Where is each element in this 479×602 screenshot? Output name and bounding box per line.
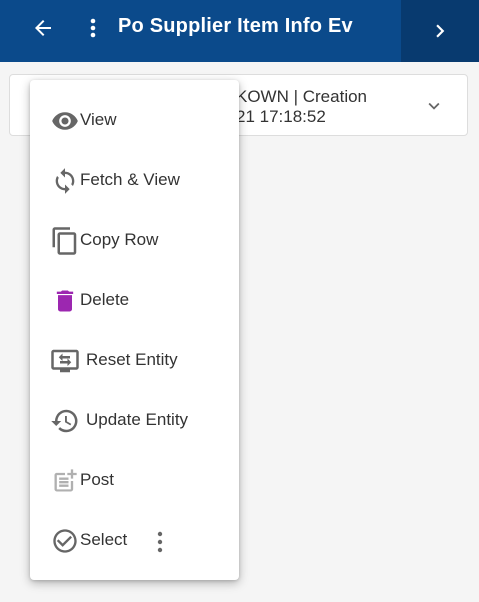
menu-item-label: Post: [80, 470, 115, 489]
chevron-down-icon: [428, 102, 440, 110]
context-menu: View Fetch & View Copy Row Delete Reset …: [30, 80, 239, 580]
trash-icon: [50, 286, 80, 316]
expand-button[interactable]: [423, 95, 445, 117]
menu-item-label: Delete: [80, 290, 130, 309]
record-summary-line-1: KOWN | Creation: [236, 87, 368, 106]
history-icon: [50, 406, 80, 436]
copy-icon: [50, 226, 80, 256]
more-vertical-icon: [90, 18, 96, 38]
back-button[interactable]: [28, 13, 58, 43]
arrow-left-icon: [35, 20, 51, 36]
next-record-button[interactable]: [401, 0, 479, 62]
menu-item-post[interactable]: Post: [30, 453, 239, 509]
more-options-button[interactable]: [80, 13, 106, 43]
record-summary-line-2: 21 17:18:52: [236, 107, 326, 126]
menu-item-label: Copy Row: [80, 230, 159, 249]
app-bar: Po Supplier Item Info Ev: [0, 0, 479, 62]
refresh-icon: [50, 166, 80, 196]
menu-item-delete[interactable]: Delete: [30, 273, 239, 329]
check-circle-icon: [50, 526, 80, 556]
chevron-right-icon: [436, 24, 445, 38]
record-summary: KOWN | Creation 21 17:18:52: [236, 87, 367, 127]
menu-item-copy-row[interactable]: Copy Row: [30, 213, 239, 269]
post-add-icon: [50, 466, 80, 496]
reset-screen-icon: [50, 346, 80, 376]
menu-item-view[interactable]: View: [30, 93, 239, 149]
menu-item-reset-entity[interactable]: Reset Entity: [30, 333, 239, 389]
menu-item-label: Reset Entity: [86, 350, 178, 369]
menu-item-label: Fetch & View: [80, 170, 180, 189]
menu-item-label: Update Entity: [86, 410, 189, 429]
menu-item-label: Select: [80, 530, 128, 549]
menu-item-label: View: [80, 110, 117, 129]
more-vertical-icon: [157, 531, 163, 553]
eye-icon: [50, 106, 80, 136]
menu-item-fetch-view[interactable]: Fetch & View: [30, 153, 239, 209]
select-more-button[interactable]: [150, 528, 170, 556]
page-title: Po Supplier Item Info Ev: [118, 15, 353, 37]
menu-item-update-entity[interactable]: Update Entity: [30, 393, 239, 449]
menu-item-select[interactable]: Select: [30, 513, 239, 569]
